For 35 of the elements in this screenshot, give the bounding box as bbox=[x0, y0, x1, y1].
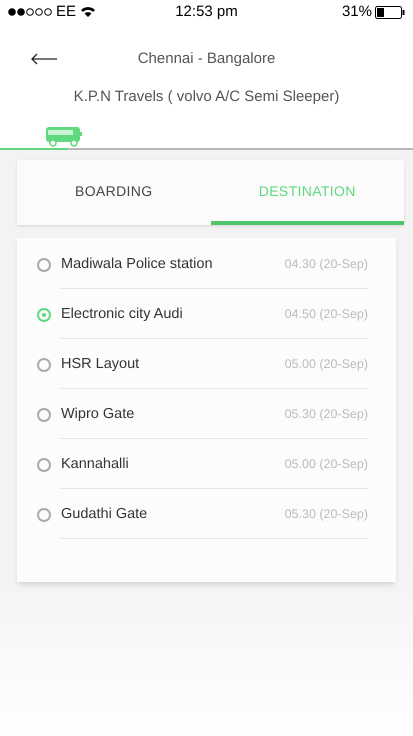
stop-time: 04.30 (20-Sep) bbox=[284, 256, 368, 274]
stop-time: 05.00 (20-Sep) bbox=[284, 456, 368, 474]
stop-name: Gudathi Gate bbox=[61, 504, 148, 524]
radio-button[interactable] bbox=[37, 258, 51, 272]
radio-button[interactable] bbox=[37, 308, 51, 322]
stop-time: 04.50 (20-Sep) bbox=[284, 306, 368, 324]
stop-name: Electronic city Audi bbox=[61, 304, 184, 324]
stop-name: Wipro Gate bbox=[61, 404, 136, 424]
signal-icon bbox=[8, 8, 52, 16]
status-time: 12:53 pm bbox=[175, 2, 238, 22]
radio-button[interactable] bbox=[37, 408, 51, 422]
bus-operator: K.P.N Travels ( volvo A/C Semi Sleeper) bbox=[74, 87, 340, 107]
back-arrow-icon bbox=[30, 53, 58, 65]
bus-icon bbox=[46, 126, 82, 146]
carrier-name: EE bbox=[56, 2, 76, 22]
radio-button[interactable] bbox=[37, 458, 51, 472]
stop-name: Madiwala Police station bbox=[61, 254, 214, 274]
stop-name: HSR Layout bbox=[61, 354, 140, 374]
wifi-icon bbox=[80, 6, 96, 18]
stop-item[interactable]: Kannahalli 05.00 (20-Sep) bbox=[37, 442, 368, 492]
stop-item[interactable]: Gudathi Gate 05.30 (20-Sep) bbox=[37, 492, 368, 542]
stop-item[interactable]: Electronic city Audi 04.50 (20-Sep) bbox=[37, 292, 368, 342]
battery-icon bbox=[374, 6, 405, 18]
route-title: Chennai - Bangalore bbox=[138, 48, 276, 69]
stop-item[interactable]: HSR Layout 05.00 (20-Sep) bbox=[37, 342, 368, 392]
stop-item[interactable]: Madiwala Police station 04.30 (20-Sep) bbox=[37, 242, 368, 292]
radio-button[interactable] bbox=[37, 358, 51, 372]
stop-time: 05.00 (20-Sep) bbox=[284, 356, 368, 374]
stop-time: 05.30 (20-Sep) bbox=[284, 406, 368, 424]
stop-time: 05.30 (20-Sep) bbox=[284, 506, 368, 524]
radio-button[interactable] bbox=[37, 508, 51, 522]
stop-item[interactable]: Wipro Gate 05.30 (20-Sep) bbox=[37, 392, 368, 442]
stop-name: Kannahalli bbox=[61, 454, 130, 474]
tab[interactable]: BOARDING bbox=[17, 160, 210, 224]
battery-percent: 31% bbox=[342, 2, 372, 22]
